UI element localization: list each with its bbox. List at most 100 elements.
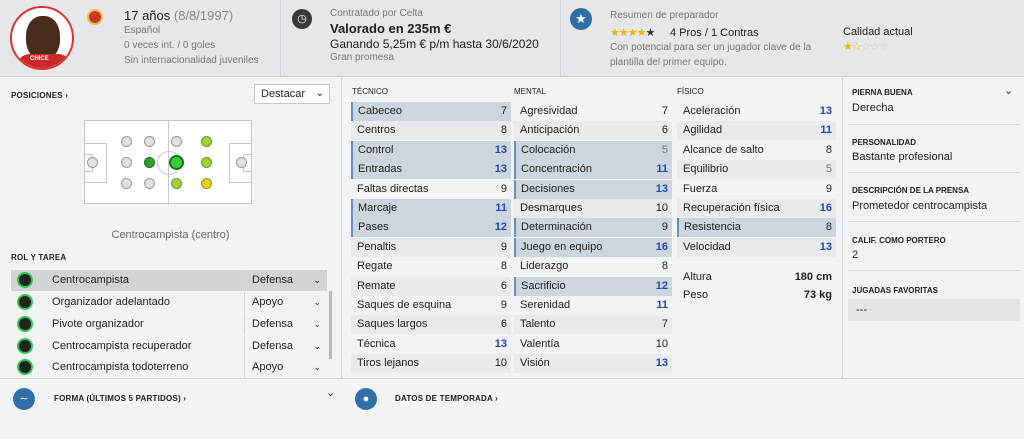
attr-value: 5 [825, 163, 832, 176]
mental-attr-row[interactable]: Visión 13 [514, 354, 672, 374]
plays-value: --- [856, 304, 867, 316]
mental-attr-row[interactable]: Determinación 9 [514, 218, 672, 238]
role-row[interactable]: Centrocampista Defensa ⌄ [11, 270, 327, 291]
duty-select[interactable]: Defensa ⌄ [244, 314, 327, 335]
star-icon[interactable]: ★ [570, 8, 592, 30]
duty-select[interactable]: Apoyo ⌄ [244, 357, 327, 378]
fisico-attr-row[interactable]: Velocidad 13 [677, 237, 836, 257]
attr-name: Determinación [521, 221, 592, 234]
player-photo[interactable]: CHICE [10, 6, 74, 70]
season-title[interactable]: DATOS DE TEMPORADA › [395, 394, 498, 403]
nation-flag-icon[interactable] [87, 9, 103, 25]
mental-attr-row[interactable]: Anticipación 6 [514, 121, 672, 141]
fisico-attr-row[interactable]: Resistencia 8 [677, 218, 836, 238]
role-row[interactable]: Centrocampista recuperador Defensa ⌄ [11, 336, 327, 357]
duty-select[interactable]: Defensa ⌄ [244, 336, 327, 357]
mental-attr-row[interactable]: Concentración 11 [514, 160, 672, 180]
attr-value: 5 [661, 143, 668, 156]
mental-attr-row[interactable]: Serenidad 11 [514, 296, 672, 315]
role-row[interactable]: Pivote organizador Defensa ⌄ [11, 314, 327, 335]
attr-name: Entradas [358, 163, 403, 176]
tecnico-attr-row[interactable]: Penaltis 9 [351, 237, 511, 257]
mental-attr-row[interactable]: Talento 7 [514, 315, 672, 335]
weight-value: 73 kg [803, 289, 832, 301]
fisico-attr-row[interactable]: Agilidad 11 [677, 121, 836, 141]
tecnico-attr-row[interactable]: Técnica 13 [351, 335, 511, 354]
attr-name: Marcaje [358, 202, 398, 214]
chevron-down-icon[interactable]: ⌄ [1004, 84, 1013, 97]
tecnico-attr-row[interactable]: Saques de esquina 9 [351, 296, 511, 315]
tecnico-attr-row[interactable]: Faltas directas 9 [351, 180, 511, 199]
nationality[interactable]: Español [124, 25, 160, 36]
tecnico-attr-row[interactable]: Pases 12 [351, 218, 511, 238]
attr-name: Anticipación [520, 124, 580, 137]
attr-name: Tiros lejanos [357, 357, 419, 370]
height-label: Altura [683, 271, 712, 283]
form-title[interactable]: FORMA (ÚLTIMOS 5 PARTIDOS) › [54, 394, 186, 403]
role-row[interactable]: Centrocampista todoterreno Apoyo ⌄ [11, 357, 327, 378]
photo-tag: CHICE [30, 56, 49, 62]
mental-attr-row[interactable]: Colocación 5 [514, 140, 672, 160]
fisico-attr-row[interactable]: Alcance de salto 8 [677, 141, 836, 160]
attr-name: Velocidad [683, 240, 731, 253]
quality-stars: ★☆☆☆☆ [843, 41, 888, 53]
tecnico-attr-row[interactable]: Centros 8 [351, 121, 511, 141]
chevron-down-icon[interactable]: ⌄ [326, 386, 335, 399]
tecnico-title: TÉCNICO [352, 87, 388, 96]
tecnico-attr-row[interactable]: Tiros lejanos 10 [351, 354, 511, 374]
roles-scrollbar[interactable] [329, 291, 332, 359]
role-row[interactable]: Organizador adelantado Apoyo ⌄ [11, 292, 327, 313]
positions-title[interactable]: POSICIONES › [11, 91, 68, 100]
plays-box[interactable] [848, 299, 1020, 321]
dob: (8/8/1997) [173, 8, 234, 23]
attr-value: 13 [819, 105, 832, 117]
duty-value: Defensa [252, 274, 293, 286]
pros-cons[interactable]: 4 Pros / 1 Contras [670, 27, 759, 39]
tecnico-attr-row[interactable]: Regate 8 [351, 257, 511, 276]
pos-dot [121, 136, 132, 147]
mental-attr-row[interactable]: Juego en equipo 16 [514, 237, 672, 257]
attr-name: Desmarques [520, 202, 583, 214]
attr-value: 10 [655, 202, 668, 214]
mental-attr-row[interactable]: Desmarques 10 [514, 199, 672, 218]
tecnico-attr-row[interactable]: Saques largos 6 [351, 315, 511, 335]
attr-value: 8 [825, 221, 832, 234]
chevron-down-icon: ⌄ [313, 319, 321, 329]
highlight-value: Destacar [261, 88, 306, 100]
mental-attr-row[interactable]: Sacrificio 12 [514, 276, 672, 296]
tecnico-attr-row[interactable]: Control 13 [351, 140, 511, 160]
attr-name: Recuperación física [683, 202, 780, 214]
caps: 0 veces int. / 0 goles [124, 40, 216, 51]
duty-select[interactable]: Apoyo ⌄ [244, 292, 327, 313]
fisico-attr-row[interactable]: Aceleración 13 [677, 102, 836, 121]
tecnico-attr-row[interactable]: Remate 6 [351, 276, 511, 296]
role-name: Centrocampista recuperador [52, 340, 192, 352]
attr-name: Remate [357, 279, 396, 292]
personality-label: PERSONALIDAD [852, 138, 917, 147]
mental-attr-row[interactable]: Valentía 10 [514, 335, 672, 354]
tecnico-attr-row[interactable]: Cabeceo 7 [351, 102, 511, 121]
tecnico-attr-row[interactable]: Marcaje 11 [351, 199, 511, 218]
duty-select[interactable]: Defensa ⌄ [244, 270, 327, 291]
mental-attr-row[interactable]: Liderazgo 8 [514, 257, 672, 276]
pos-dot-dm [144, 157, 155, 168]
mental-attr-row[interactable]: Decisiones 13 [514, 179, 672, 199]
weight-label: Peso [683, 289, 709, 301]
tecnico-attr-row[interactable]: Entradas 13 [351, 160, 511, 180]
attr-name: Control [358, 143, 394, 156]
attr-value: 6 [500, 318, 507, 331]
contract-by[interactable]: Contratado por Celta [330, 8, 423, 19]
weight-row: Peso 73 kg [677, 286, 836, 305]
fisico-attr-row[interactable]: Recuperación física 16 [677, 199, 836, 218]
fisico-attr-row[interactable]: Equilibrio 5 [677, 160, 836, 180]
attr-value: 7 [500, 105, 507, 117]
attr-value: 11 [495, 202, 507, 214]
duty-value: Apoyo [252, 296, 284, 308]
highlight-dropdown[interactable]: Destacar ⌄ [254, 84, 330, 104]
gk-label: CALIF. COMO PORTERO [852, 236, 946, 245]
coach-title[interactable]: Resumen de preparador [610, 10, 718, 21]
fisico-attr-row[interactable]: Fuerza 9 [677, 180, 836, 199]
mental-attr-row[interactable]: Agresividad 7 [514, 102, 672, 121]
form-chart-icon: ∼ [13, 388, 35, 410]
attr-name: Decisiones [521, 182, 575, 195]
